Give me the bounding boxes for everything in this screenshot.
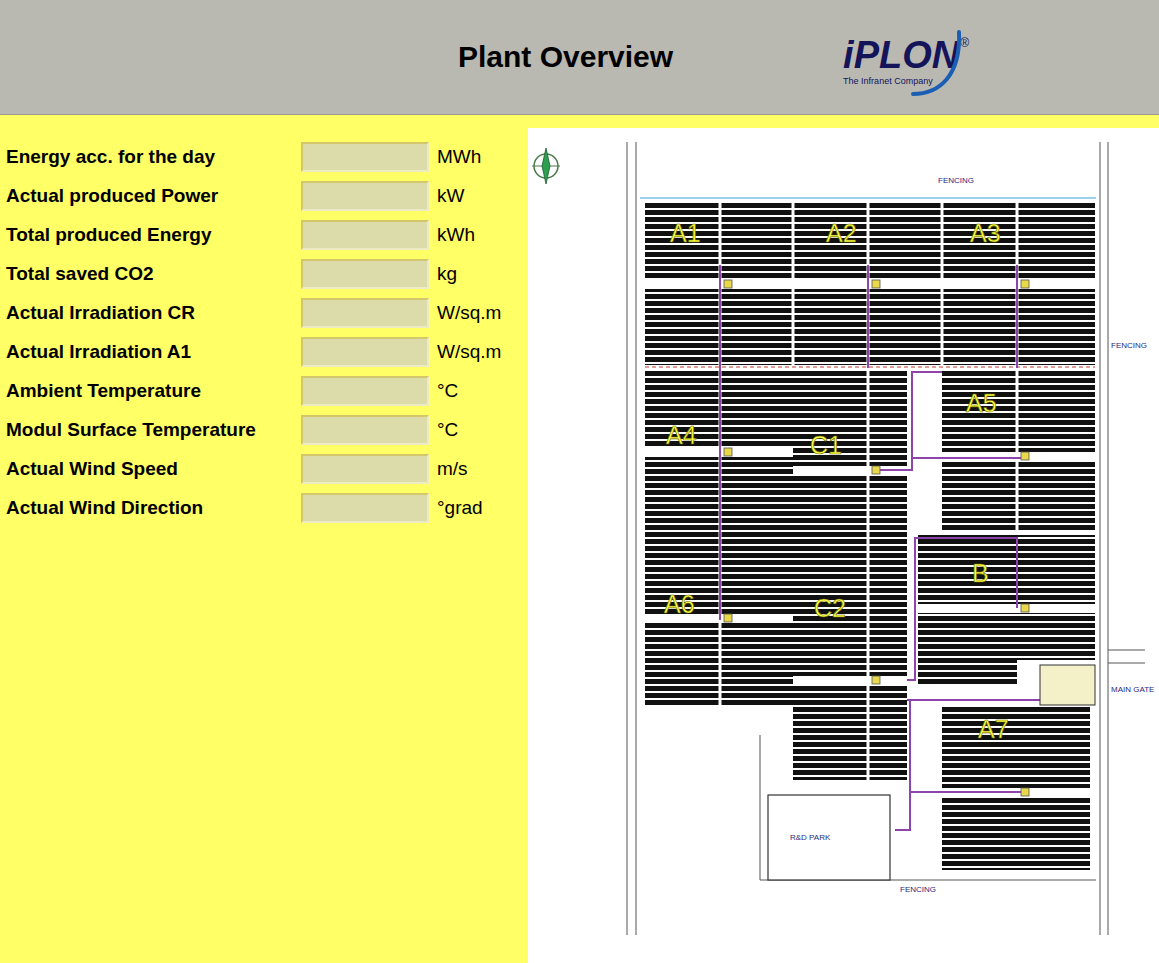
reading-field — [301, 376, 429, 406]
reading-unit: °C — [429, 380, 528, 402]
logo-registered: ® — [960, 36, 969, 50]
reading-unit: °grad — [429, 497, 528, 519]
panel-field — [942, 705, 1090, 870]
site-plan: FENCING FENCING FENCING R&D PARK MAIN GATE A1… — [528, 128, 1159, 963]
map-annotation: FENCING — [1111, 341, 1147, 350]
block-label[interactable]: C1 — [810, 431, 842, 459]
compass-icon — [532, 148, 560, 184]
logo-swoosh-icon — [909, 28, 969, 98]
rd-park-area — [768, 795, 890, 880]
block-label[interactable]: A3 — [970, 219, 1001, 247]
inverter-icon — [872, 280, 880, 288]
main-gate-building — [1040, 665, 1095, 705]
reading-field — [301, 259, 429, 289]
reading-label: Energy acc. for the day — [0, 146, 301, 168]
reading-label: Total produced Energy — [0, 224, 301, 246]
cable-lines — [645, 265, 1095, 830]
block-label[interactable]: A4 — [666, 421, 697, 449]
inverter-icon — [1021, 604, 1029, 612]
reading-label: Modul Surface Temperature — [0, 419, 301, 441]
inverter-icon — [1021, 452, 1029, 460]
panel-field — [793, 370, 907, 780]
plant-overview-screen: Plant Overview iPLON®The Infranet Company… — [0, 0, 1159, 963]
reading-label: Actual Irradiation CR — [0, 302, 301, 324]
reading-row: Energy acc. for the day MWh — [0, 137, 528, 176]
inverter-icon — [724, 614, 732, 622]
reading-unit: W/sq.m — [429, 302, 528, 324]
reading-row: Modul Surface Temperature °C — [0, 410, 528, 449]
block-label[interactable]: A5 — [966, 389, 997, 417]
reading-label: Actual Wind Speed — [0, 458, 301, 480]
reading-unit: kW — [429, 185, 528, 207]
inverter-lane — [645, 280, 1095, 289]
block-label[interactable]: B — [972, 559, 989, 587]
reading-field — [301, 181, 429, 211]
reading-row: Ambient Temperature °C — [0, 371, 528, 410]
reading-label: Actual produced Power — [0, 185, 301, 207]
reading-row: Actual Wind Direction °grad — [0, 488, 528, 527]
iplon-logo: iPLON®The Infranet Company — [843, 28, 969, 86]
reading-row: Actual Wind Speed m/s — [0, 449, 528, 488]
reading-unit: m/s — [429, 458, 528, 480]
reading-field — [301, 454, 429, 484]
map-annotation: R&D PARK — [790, 833, 831, 842]
reading-row: Total produced Energy kWh — [0, 215, 528, 254]
inverter-icon — [724, 280, 732, 288]
map-annotation: FENCING — [938, 176, 974, 185]
row-divider — [867, 203, 870, 780]
block-label[interactable]: A2 — [826, 219, 857, 247]
panel-field — [1017, 535, 1095, 660]
reading-row: Actual Irradiation CR W/sq.m — [0, 293, 528, 332]
map-annotation: MAIN GATE — [1111, 685, 1154, 694]
inverter-lane — [942, 452, 1095, 461]
reading-label: Actual Irradiation A1 — [0, 341, 301, 363]
panel-field — [645, 203, 1095, 365]
reading-label: Ambient Temperature — [0, 380, 301, 402]
inverter-lane — [918, 604, 1095, 613]
reading-row: Total saved CO2 kg — [0, 254, 528, 293]
reading-unit: W/sq.m — [429, 341, 528, 363]
reading-field — [301, 298, 429, 328]
reading-field — [301, 220, 429, 250]
inverter-lane — [793, 676, 907, 685]
logo-brand: iPLON — [843, 36, 959, 74]
block-label[interactable]: C2 — [814, 594, 846, 622]
map-annotation: FENCING — [900, 885, 936, 894]
reading-row: Actual Irradiation A1 W/sq.m — [0, 332, 528, 371]
inverter-icon — [872, 676, 880, 684]
page-title: Plant Overview — [458, 40, 673, 74]
reading-unit: kg — [429, 263, 528, 285]
readings-panel: Energy acc. for the day MWh Actual produce… — [0, 115, 528, 963]
block-label[interactable]: A1 — [670, 219, 701, 247]
fence-lines — [627, 142, 1145, 935]
reading-field — [301, 493, 429, 523]
reading-field — [301, 142, 429, 172]
reading-unit: kWh — [429, 224, 528, 246]
inverter-icon — [1021, 280, 1029, 288]
reading-label: Total saved CO2 — [0, 263, 301, 285]
reading-field — [301, 337, 429, 367]
inverter-icon — [1021, 788, 1029, 796]
reading-label: Actual Wind Direction — [0, 497, 301, 519]
reading-unit: MWh — [429, 146, 528, 168]
block-label[interactable]: A7 — [978, 715, 1009, 743]
reading-row: Actual produced Power kW — [0, 176, 528, 215]
block-label[interactable]: A6 — [664, 590, 695, 618]
header-bar: Plant Overview iPLON®The Infranet Company — [0, 0, 1159, 115]
inverter-icon — [724, 448, 732, 456]
plant-map: FENCING FENCING FENCING R&D PARK MAIN GATE A1… — [528, 128, 1159, 963]
reading-field — [301, 415, 429, 445]
inverter-icon — [872, 466, 880, 474]
reading-unit: °C — [429, 419, 528, 441]
